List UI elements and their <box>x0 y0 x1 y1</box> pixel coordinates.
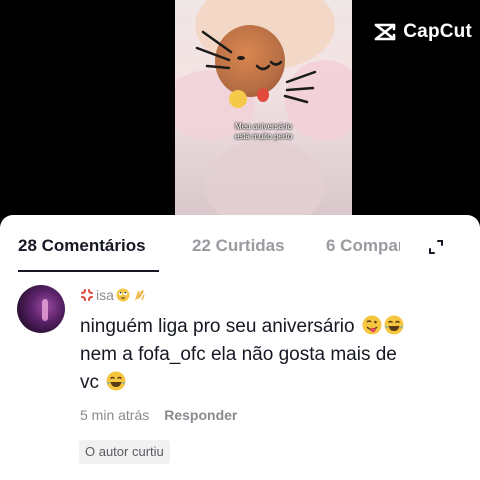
comment-meta: 5 min atrás Responder <box>80 407 237 423</box>
comment-text-line3: vc <box>80 372 99 393</box>
active-tab-indicator <box>18 270 159 272</box>
author-liked-badge: O autor curtiu <box>79 440 170 464</box>
capcut-watermark: CapCut <box>373 21 472 43</box>
tab-likes[interactable]: 22 Curtidas <box>192 236 285 256</box>
capcut-logo-icon <box>374 23 396 41</box>
capcut-brand-text: CapCut <box>403 21 472 42</box>
rolling-eyes-face-icon <box>116 288 130 302</box>
comment-item: isa ninguém liga pro seu aniversário nem… <box>0 273 480 480</box>
video-player[interactable]: Meu aniversário está muito perto CapCut <box>0 0 480 216</box>
anger-symbol-icon <box>81 289 93 301</box>
winking-tongue-face-icon <box>362 315 382 335</box>
comment-username[interactable]: isa <box>80 287 146 303</box>
username-text: isa <box>96 287 114 303</box>
video-bg-shape <box>205 140 325 216</box>
character-eye-left <box>237 56 245 60</box>
tears-of-joy-face-icon <box>384 315 404 335</box>
tab-shares[interactable]: 6 Compartilhamentos <box>326 236 400 256</box>
video-caption-line2: está muito perto <box>234 132 293 141</box>
comment-text-line1: ninguém liga pro seu aniversário <box>80 316 355 337</box>
video-caption: Meu aniversário está muito perto <box>175 122 352 142</box>
comments-panel: 28 Comentários 22 Curtidas 6 Compartilha… <box>0 215 480 480</box>
video-caption-line1: Meu aniversário <box>235 122 292 131</box>
party-icon <box>229 90 247 108</box>
expand-icon[interactable] <box>428 239 444 255</box>
comment-text-line2: nem a fofa_ofc ela não gosta mais de <box>80 344 397 365</box>
clapping-hands-icon <box>134 290 145 301</box>
tab-comments[interactable]: 28 Comentários <box>18 236 146 256</box>
character-whiskers <box>195 30 317 104</box>
avatar[interactable] <box>17 285 65 333</box>
comments-tabs: 28 Comentários 22 Curtidas 6 Compartilha… <box>0 215 480 273</box>
balloon-icon <box>257 88 269 102</box>
comment-timestamp: 5 min atrás <box>80 407 150 423</box>
reply-button[interactable]: Responder <box>164 407 237 423</box>
comment-text: ninguém liga pro seu aniversário nem a f… <box>80 313 460 397</box>
tears-of-joy-face-icon <box>106 371 126 391</box>
video-frame: Meu aniversário está muito perto <box>175 0 352 216</box>
